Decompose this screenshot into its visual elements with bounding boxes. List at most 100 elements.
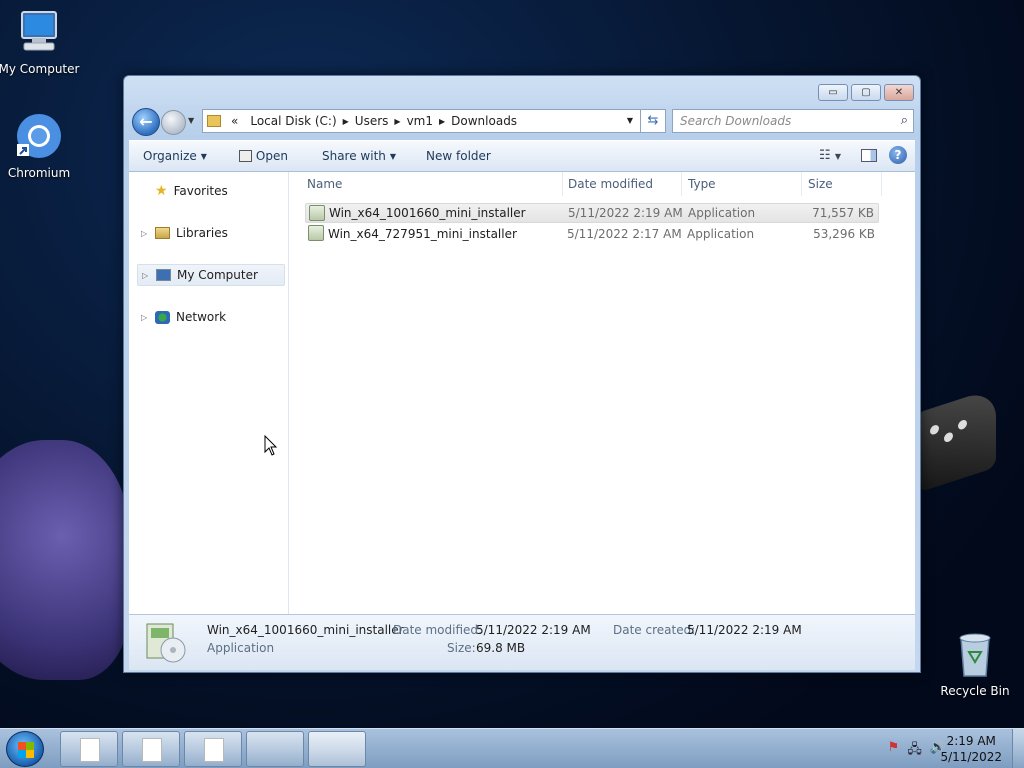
details-file-name: Win_x64_1001660_mini_installer xyxy=(207,623,404,637)
organize-label: Organize xyxy=(143,149,197,163)
start-button[interactable] xyxy=(6,731,44,767)
nav-item-my-computer[interactable]: ▷ My Computer xyxy=(137,264,285,286)
file-date: 5/11/2022 2:17 AM xyxy=(567,227,682,241)
taskbar-item[interactable] xyxy=(60,731,118,767)
recent-pages-dropdown[interactable]: ▼ xyxy=(188,116,194,125)
search-icon[interactable]: ⌕ xyxy=(901,110,908,132)
address-bar[interactable]: « Local Disk (C:) ▶ Users ▶ vm1 ▶ Downlo… xyxy=(202,109,666,133)
show-desktop-button[interactable] xyxy=(1012,729,1024,768)
installer-icon xyxy=(309,205,325,221)
desktop-icon-my-computer[interactable]: My Computer xyxy=(0,8,81,76)
wallpaper-guitar xyxy=(918,387,996,493)
file-row[interactable]: Win_x64_1001660_mini_installer 5/11/2022… xyxy=(305,203,879,223)
back-button[interactable]: ← xyxy=(132,108,160,136)
nav-item-favorites[interactable]: ★ Favorites xyxy=(137,180,285,202)
breadcrumb-overflow[interactable]: « xyxy=(225,114,244,128)
taskbar-item[interactable] xyxy=(184,731,242,767)
recycle-bin-icon xyxy=(933,630,1017,681)
details-size-label: Size: xyxy=(447,641,476,655)
nav-item-libraries[interactable]: ▷ Libraries xyxy=(137,222,285,244)
minimize-button[interactable]: ▭ xyxy=(818,84,848,101)
column-label: Size xyxy=(808,177,833,191)
clock-time: 2:19 AM xyxy=(946,734,996,748)
chevron-down-icon: ▼ xyxy=(834,151,841,161)
change-view-button[interactable]: ☷ ▼ xyxy=(819,148,841,163)
content-area: ★ Favorites ▷ Libraries ▷ My Computer ▷ … xyxy=(129,172,915,614)
open-button[interactable]: Open xyxy=(229,141,298,171)
desktop-icon-label: Recycle Bin xyxy=(940,684,1010,698)
column-header-name[interactable]: Name xyxy=(301,172,563,196)
taskbar-item[interactable] xyxy=(122,731,180,767)
document-icon xyxy=(142,738,162,762)
nav-item-label: Favorites xyxy=(173,184,228,198)
details-date-created-label: Date created: xyxy=(613,623,696,637)
column-label: Name xyxy=(307,177,343,191)
new-folder-button[interactable]: New folder xyxy=(416,141,501,171)
folder-icon xyxy=(207,115,221,127)
file-row[interactable]: Win_x64_727951_mini_installer 5/11/2022 … xyxy=(305,224,879,244)
desktop-icon-label: My Computer xyxy=(0,62,80,76)
expand-icon[interactable]: ▷ xyxy=(141,313,149,322)
taskbar-item[interactable] xyxy=(246,731,304,767)
nav-item-label: Libraries xyxy=(176,226,228,240)
maximize-button[interactable]: ▢ xyxy=(851,84,881,101)
breadcrumb-local-disk[interactable]: Local Disk (C:) xyxy=(244,114,342,128)
help-icon[interactable]: ? xyxy=(889,146,907,164)
file-type: Application xyxy=(687,227,755,241)
preview-pane-button[interactable] xyxy=(861,148,877,162)
organize-button[interactable]: Organize ▼ xyxy=(129,141,217,171)
column-header-date-modified[interactable]: Date modified xyxy=(562,172,682,196)
refresh-button[interactable]: ⇆ xyxy=(640,109,666,133)
action-center-flag-icon[interactable]: ⚑ xyxy=(888,740,900,762)
file-size: 71,557 KB xyxy=(812,206,874,220)
clock[interactable]: 2:19 AM 5/11/2022 xyxy=(940,733,1002,765)
breadcrumb-users[interactable]: Users xyxy=(349,114,395,128)
libraries-icon xyxy=(155,227,170,239)
details-file-type: Application xyxy=(207,641,275,655)
breadcrumb-vm1[interactable]: vm1 xyxy=(401,114,439,128)
expand-icon[interactable]: ▷ xyxy=(141,229,149,238)
file-name: Win_x64_727951_mini_installer xyxy=(328,227,517,241)
expand-icon[interactable]: ▷ xyxy=(142,271,150,280)
chromium-icon xyxy=(0,112,81,163)
network-icon xyxy=(155,310,170,324)
close-button[interactable]: ✕ xyxy=(884,84,914,101)
breadcrumb-downloads[interactable]: Downloads xyxy=(445,114,523,128)
details-size: 69.8 MB xyxy=(476,641,526,655)
search-placeholder: Search Downloads xyxy=(680,114,792,128)
clock-date: 5/11/2022 xyxy=(940,750,1002,764)
network-tray-icon[interactable]: 🖧 xyxy=(907,740,922,762)
wallpaper-shape xyxy=(0,440,130,680)
desktop-icon-chromium[interactable]: Chromium xyxy=(0,112,81,180)
details-pane: Win_x64_1001660_mini_installer Applicati… xyxy=(129,614,915,670)
column-header-type[interactable]: Type xyxy=(682,172,802,196)
chevron-down-icon: ▼ xyxy=(389,151,397,161)
document-icon xyxy=(80,738,100,762)
desktop-icon-recycle-bin[interactable]: Recycle Bin xyxy=(933,630,1017,698)
installer-icon xyxy=(143,620,189,666)
forward-button[interactable] xyxy=(161,110,186,135)
open-app-icon xyxy=(238,150,252,162)
nav-item-network[interactable]: ▷ Network xyxy=(137,306,285,328)
taskbar-item-active[interactable] xyxy=(308,731,366,767)
desktop-icon-label: Chromium xyxy=(7,166,71,180)
column-header-size[interactable]: Size xyxy=(802,172,882,196)
file-list: Name Date modified Type Size Win_x64_100… xyxy=(290,172,915,614)
share-with-button[interactable]: Share with ▼ xyxy=(312,141,406,171)
file-size: 53,296 KB xyxy=(813,227,875,241)
details-date-modified-label: Date modified: xyxy=(393,623,483,637)
search-input[interactable]: Search Downloads ⌕ xyxy=(672,109,914,133)
file-date: 5/11/2022 2:19 AM xyxy=(568,206,683,220)
explorer-window: ▭ ▢ ✕ ← ▼ « Local Disk (C:) ▶ Users ▶ vm… xyxy=(123,75,921,673)
nav-item-label: My Computer xyxy=(177,268,258,282)
file-name: Win_x64_1001660_mini_installer xyxy=(329,206,526,220)
chevron-down-icon: ▼ xyxy=(200,151,207,161)
address-dropdown-icon[interactable]: ▼ xyxy=(627,116,633,125)
navigation-bar: ← ▼ « Local Disk (C:) ▶ Users ▶ vm1 ▶ Do… xyxy=(132,107,914,136)
mouse-cursor-icon xyxy=(264,434,278,460)
details-date-modified: 5/11/2022 2:19 AM xyxy=(476,623,591,637)
details-date-created: 5/11/2022 2:19 AM xyxy=(687,623,802,637)
windows-logo-icon xyxy=(18,750,34,758)
file-type: Application xyxy=(688,206,756,220)
star-icon: ★ xyxy=(155,183,168,199)
